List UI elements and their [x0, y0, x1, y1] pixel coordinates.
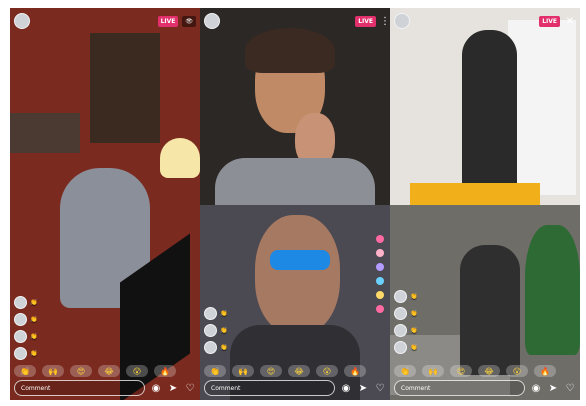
bookshelf: [90, 33, 160, 143]
heart-icon: [376, 305, 384, 313]
comment-item: 👏: [204, 307, 318, 320]
poster: [508, 20, 576, 195]
comment-emoji: 👏: [410, 344, 418, 351]
tile-1-viewer-count: 👁: [182, 15, 196, 27]
comment-emoji: 👏: [30, 299, 38, 306]
comment-emoji: 👏: [410, 310, 418, 317]
plant: [525, 225, 580, 355]
tile-4-input-bar: Comment ◉ ➤ ♡: [204, 380, 386, 396]
reaction-3[interactable]: 😍: [450, 365, 472, 377]
tile-3-header: LIVE ✕: [394, 12, 576, 30]
comment-emoji: 👏: [30, 333, 38, 340]
person-workout: [462, 30, 517, 195]
tile-4-reactions: 👏 🙌 😍 😂 😮 🔥: [204, 364, 386, 378]
reaction-6[interactable]: 🔥: [344, 365, 366, 377]
comment-emoji: 👏: [410, 327, 418, 334]
tile-1-reactions: 👏 🙌 😍 😂 😮 🔥: [14, 364, 196, 378]
live-stream-tile-4[interactable]: 👏 👏 👏 👏 🙌 😍 😂 😮 🔥 Comment ◉ ➤ ♡: [200, 205, 390, 400]
reaction-2[interactable]: 🙌: [42, 365, 64, 377]
comment-input[interactable]: Comment: [204, 380, 335, 396]
close-icon[interactable]: ✕: [564, 16, 576, 27]
heart-icon[interactable]: ♡: [184, 383, 196, 394]
tile-1-input-bar: Comment ◉ ➤ ♡: [14, 380, 196, 396]
reaction-6[interactable]: 🔥: [154, 365, 176, 377]
reaction-4[interactable]: 😂: [288, 365, 310, 377]
comment-emoji: 👏: [410, 293, 418, 300]
reaction-1[interactable]: 👏: [394, 365, 416, 377]
tile-2-live-badge: LIVE: [355, 15, 376, 27]
tile-5-input-bar: Comment ◉ ➤ ♡: [394, 380, 576, 396]
more-icon[interactable]: ⋮: [380, 16, 390, 27]
camera-icon[interactable]: ◉: [150, 383, 162, 394]
tile-1-header: LIVE 👁: [14, 12, 196, 30]
comment-item: 👏: [394, 307, 508, 320]
sunglasses: [270, 250, 330, 270]
comment-item: 👏: [204, 324, 318, 337]
hair: [245, 28, 335, 73]
comment-input[interactable]: Comment: [14, 380, 145, 396]
live-stream-tile-5[interactable]: 👏 👏 👏 👏 👏 🙌 😍 😂 😮 🔥 Comment ◉ ➤ ♡: [390, 205, 580, 400]
camera-icon[interactable]: ◉: [530, 383, 542, 394]
yoga-mat: [410, 183, 540, 205]
live-stream-tile-1[interactable]: LIVE 👁 👏 👏 👏 👏 👏 🙌 😍 😂 😮 🔥 Comment ◉ ➤ ♡: [10, 8, 200, 400]
tile-4-comments: 👏 👏 👏: [204, 303, 318, 354]
reaction-4[interactable]: 😂: [98, 365, 120, 377]
comment-emoji: 👏: [220, 327, 228, 334]
tile-1-live-badge: LIVE: [157, 15, 179, 27]
tile-3-live-badge: LIVE: [539, 15, 560, 27]
comment-item: 👏: [14, 313, 128, 326]
camera-icon[interactable]: ◉: [340, 383, 352, 394]
reaction-1[interactable]: 👏: [14, 365, 36, 377]
reaction-6[interactable]: 🔥: [534, 365, 556, 377]
comment-item: 👏: [394, 341, 508, 354]
comment-emoji: 👏: [30, 350, 38, 357]
comment-input[interactable]: Comment: [394, 380, 525, 396]
tile-1-avatar[interactable]: [14, 13, 30, 29]
comment-item: 👏: [394, 324, 508, 337]
floating-hearts: [376, 235, 386, 313]
reaction-1[interactable]: 👏: [204, 365, 226, 377]
heart-icon: [376, 291, 384, 299]
tile-5-reactions: 👏 🙌 😍 😂 😮 🔥: [394, 364, 576, 378]
comment-emoji: 👏: [220, 310, 228, 317]
comment-emoji: 👏: [30, 316, 38, 323]
tile-1-comments: 👏 👏 👏 👏: [14, 292, 128, 360]
reaction-5[interactable]: 😮: [316, 365, 338, 377]
comment-item: 👏: [204, 341, 318, 354]
comment-item: 👏: [14, 330, 128, 343]
heart-icon: [376, 263, 384, 271]
heart-icon[interactable]: ♡: [564, 383, 576, 394]
heart-icon: [376, 277, 384, 285]
comment-item: 👏: [14, 296, 128, 309]
tile-2-avatar[interactable]: [204, 13, 220, 29]
reaction-4[interactable]: 😂: [478, 365, 500, 377]
heart-icon: [376, 235, 384, 243]
reaction-2[interactable]: 🙌: [232, 365, 254, 377]
heart-icon: [376, 249, 384, 257]
lamp: [160, 138, 200, 178]
reaction-5[interactable]: 😮: [126, 365, 148, 377]
tile-2-header: LIVE ⋮: [204, 12, 390, 30]
reaction-3[interactable]: 😍: [260, 365, 282, 377]
reaction-5[interactable]: 😮: [506, 365, 528, 377]
comment-item: 👏: [14, 347, 128, 360]
reaction-3[interactable]: 😍: [70, 365, 92, 377]
reaction-2[interactable]: 🙌: [422, 365, 444, 377]
sweater: [215, 158, 375, 205]
instagram-live-grid: LIVE 👁 👏 👏 👏 👏 👏 🙌 😍 😂 😮 🔥 Comment ◉ ➤ ♡: [10, 8, 580, 400]
live-stream-tile-3[interactable]: LIVE ✕: [390, 8, 580, 205]
comment-item: 👏: [394, 290, 508, 303]
heart-icon[interactable]: ♡: [374, 383, 386, 394]
wall-shelf: [10, 113, 80, 153]
send-icon[interactable]: ➤: [167, 383, 179, 394]
live-stream-tile-2[interactable]: LIVE ⋮: [200, 8, 390, 205]
comment-emoji: 👏: [220, 344, 228, 351]
tile-3-avatar[interactable]: [394, 13, 410, 29]
tile-5-comments: 👏 👏 👏 👏: [394, 286, 508, 354]
send-icon[interactable]: ➤: [357, 383, 369, 394]
send-icon[interactable]: ➤: [547, 383, 559, 394]
